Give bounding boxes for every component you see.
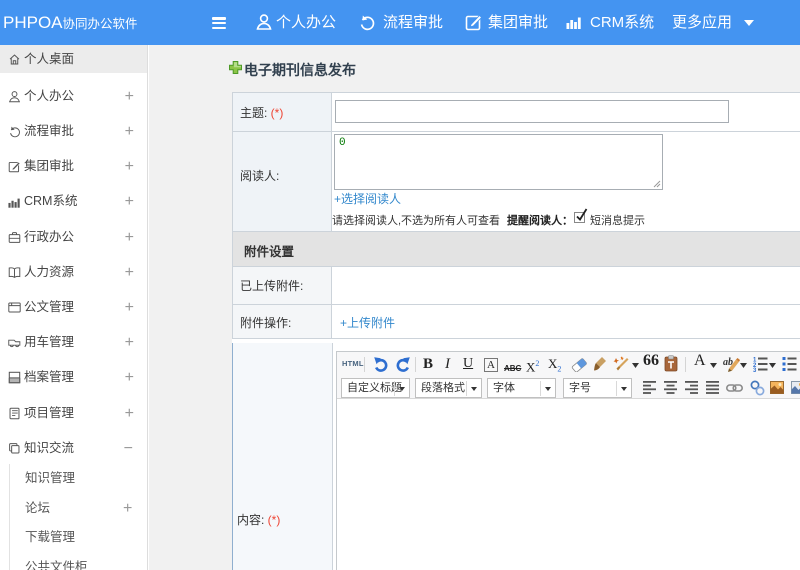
svg-text:3: 3 [753,368,757,372]
